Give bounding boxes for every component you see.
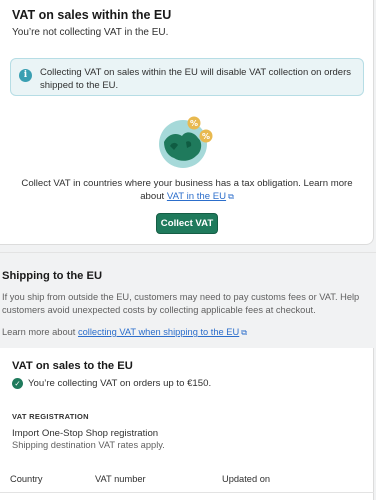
section-divider: [0, 252, 376, 253]
registration-name: Import One-Stop Shop registration: [12, 428, 159, 439]
svg-text:%: %: [190, 119, 198, 128]
vat-in-eu-link[interactable]: VAT in the EU: [167, 191, 226, 202]
external-link-icon: ⧉: [241, 328, 247, 337]
collect-vat-button[interactable]: Collect VAT: [156, 213, 218, 234]
external-link-icon: ⧉: [228, 191, 234, 201]
vat-registration-label: VAT REGISTRATION: [12, 412, 89, 421]
card-title: VAT on sales within the EU: [12, 8, 172, 22]
card-title: VAT on sales to the EU: [12, 360, 133, 372]
registration-description: Shipping destination VAT rates apply.: [12, 440, 165, 450]
eu-map-illustration: % %: [159, 116, 213, 168]
column-header-country: Country: [10, 474, 43, 484]
info-icon: i: [19, 69, 32, 82]
shipping-learn-more: Learn more about collecting VAT when shi…: [2, 327, 247, 338]
table-divider: [0, 492, 374, 493]
check-circle-icon: ✓: [12, 378, 23, 389]
svg-text:%: %: [202, 132, 210, 141]
info-banner: i Collecting VAT on sales within the EU …: [10, 58, 364, 96]
table-header: Country VAT number Updated on: [0, 472, 374, 488]
status-text: You’re collecting VAT on orders up to €1…: [28, 378, 212, 389]
column-header-vat-number: VAT number: [95, 474, 146, 484]
card-subtitle: You’re not collecting VAT in the EU.: [12, 27, 169, 38]
column-header-updated-on: Updated on: [222, 474, 271, 484]
learn-prefix: Learn more about: [2, 327, 78, 337]
vat-sales-to-eu-card: VAT on sales to the EU ✓ You’re collecti…: [0, 348, 374, 500]
banner-text: Collecting VAT on sales within the EU wi…: [40, 67, 352, 91]
collect-description: Collect VAT in countries where your busi…: [12, 178, 362, 203]
status-row: ✓ You’re collecting VAT on orders up to …: [12, 378, 211, 389]
shipping-section-title: Shipping to the EU: [2, 270, 103, 282]
shipping-section-description: If you ship from outside the EU, custome…: [2, 292, 360, 315]
vat-within-eu-card: VAT on sales within the EU You’re not co…: [0, 0, 374, 245]
collecting-vat-shipping-link[interactable]: collecting VAT when shipping to the EU: [78, 327, 239, 337]
